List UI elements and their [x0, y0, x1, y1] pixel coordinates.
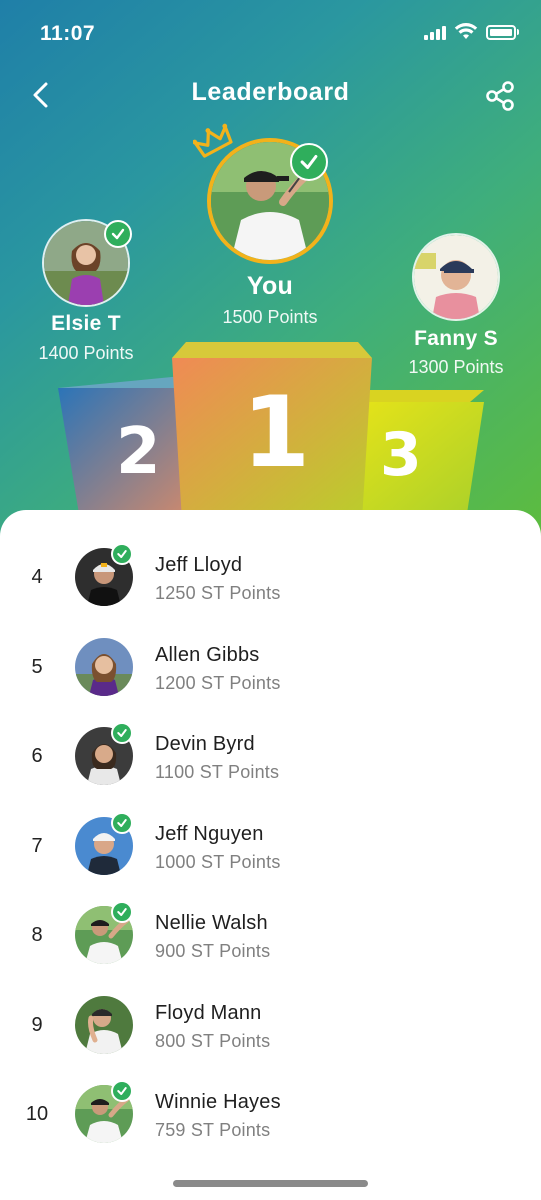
list-item[interactable]: 6 Devin Byrd 1100 ST Points	[0, 717, 541, 797]
verified-icon	[104, 220, 132, 248]
player-name: Allen Gibbs	[155, 644, 260, 666]
status-bar: 11:07	[0, 0, 541, 66]
avatar[interactable]	[75, 996, 133, 1054]
player-name: Jeff Lloyd	[155, 554, 243, 576]
battery-tip	[517, 29, 519, 35]
verified-icon	[111, 1080, 133, 1102]
podium-place-1: 1	[242, 376, 311, 490]
player-name: Winnie Hayes	[155, 1091, 281, 1113]
page-title: Leaderboard	[191, 78, 350, 106]
player-points: 800 ST Points	[155, 1031, 271, 1051]
home-indicator[interactable]	[173, 1180, 368, 1187]
player-points: 1250 ST Points	[155, 583, 281, 603]
verified-icon	[290, 143, 328, 181]
avatar-third-place[interactable]	[412, 233, 500, 321]
status-time: 11:07	[40, 22, 96, 45]
podium-place-3: 3	[380, 420, 422, 490]
list-item[interactable]: 4 Jeff Lloyd 1250 ST Points	[0, 538, 541, 618]
verified-icon	[111, 812, 133, 834]
rank-number: 4	[31, 566, 43, 588]
player-name: Jeff Nguyen	[155, 823, 264, 845]
third-place-name: Fanny S	[414, 327, 498, 350]
list-item[interactable]: 9 Floyd Mann 800 ST Points	[0, 986, 541, 1066]
leaderboard-hero: 11:07 Leaderboard 2 1 3 Elsie T 1400 Poi…	[0, 0, 541, 560]
player-name: Floyd Mann	[155, 1002, 262, 1024]
share-icon[interactable]	[484, 80, 516, 112]
list-item[interactable]: 10 Winnie Hayes 759 ST Points	[0, 1075, 541, 1155]
verified-icon	[111, 901, 133, 923]
rank-number: 6	[31, 745, 43, 767]
rank-number: 5	[31, 656, 43, 678]
third-place-points: 1300 Points	[408, 357, 504, 377]
list-item[interactable]: 7 Jeff Nguyen 1000 ST Points	[0, 807, 541, 887]
verified-icon	[111, 543, 133, 565]
list-item[interactable]: 8 Nellie Walsh 900 ST Points	[0, 896, 541, 976]
rank-number: 9	[31, 1014, 43, 1036]
verified-icon	[111, 722, 133, 744]
battery-icon	[486, 25, 516, 40]
player-name: Devin Byrd	[155, 733, 255, 755]
rank-number: 10	[25, 1103, 49, 1125]
first-place-points: 1500 Points	[222, 307, 318, 327]
second-place-name: Elsie T	[51, 312, 121, 335]
list-item[interactable]: 5 Allen Gibbs 1200 ST Points	[0, 628, 541, 708]
player-points: 1100 ST Points	[155, 762, 280, 782]
first-place-name: You	[246, 272, 294, 300]
wifi-icon	[454, 23, 478, 39]
rank-number: 7	[31, 835, 43, 857]
leaderboard-list: 4 Jeff Lloyd 1250 ST Points 5 Allen Gibb…	[0, 510, 541, 1200]
cellular-signal-icon	[424, 26, 446, 40]
player-points: 1200 ST Points	[155, 673, 281, 693]
player-points: 1000 ST Points	[155, 852, 281, 872]
player-name: Nellie Walsh	[155, 912, 268, 934]
rank-number: 8	[31, 924, 43, 946]
player-points: 900 ST Points	[155, 941, 271, 961]
player-points: 759 ST Points	[155, 1120, 271, 1140]
avatar[interactable]	[75, 638, 133, 696]
podium-place-2: 2	[116, 415, 161, 489]
second-place-points: 1400 Points	[38, 343, 134, 363]
